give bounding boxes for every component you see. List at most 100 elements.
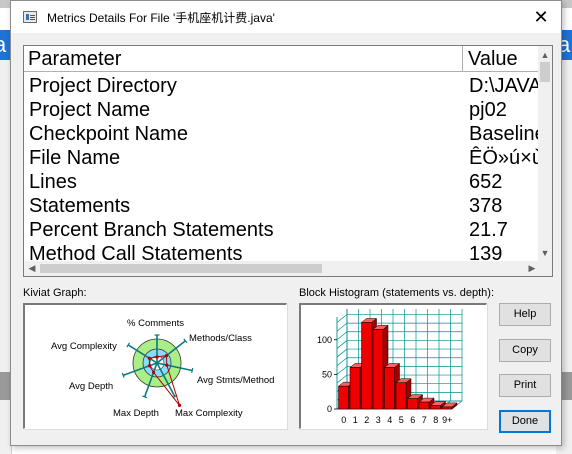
parameter-cell: Checkpoint Name (29, 123, 188, 145)
kiviat-axis-label: Avg Stmts/Method (197, 375, 274, 386)
copy-button[interactable]: Copy (499, 339, 551, 362)
histogram-y-tick-label: 100 (317, 335, 332, 345)
metrics-details-dialog: Metrics Details For File '手机座机计费.java' ✕… (10, 0, 562, 446)
block-histogram-chart: 0501000 1 2 3 4 5 6 7 8 9+ (317, 309, 463, 425)
kiviat-graph: % Comments Methods/Class Avg Stmts/Method M… (51, 318, 274, 419)
scroll-right-icon[interactable]: ▶ (526, 262, 538, 275)
table-row[interactable]: Project Name pj02 (24, 98, 540, 122)
value-cell: pj02 (469, 99, 507, 121)
scroll-up-icon[interactable]: ▲ (538, 50, 552, 60)
histogram-x-tick-label: 3 (376, 415, 381, 425)
histogram-bar-front (441, 406, 453, 410)
kiviat-axis-label: Max Depth (113, 408, 159, 419)
histogram-x-tick-label: 8 (433, 415, 438, 425)
table-row[interactable]: File Name ÊÖ»ú×ù (24, 146, 540, 170)
value-cell: 378 (469, 195, 503, 217)
histogram-bar-front (395, 382, 407, 410)
histogram-bar-front (338, 385, 349, 410)
table-row[interactable]: Checkpoint Name Baseline (24, 122, 540, 146)
kiviat-plot-point (177, 403, 182, 407)
value-cell: Baseline (469, 123, 540, 145)
kiviat-plot-point (147, 364, 152, 368)
background-text-left: a (0, 32, 7, 57)
histogram-x-tick-label: 0 (341, 415, 346, 425)
parameter-cell: Percent Branch Statements (29, 219, 274, 241)
horizontal-scrollbar[interactable]: ◀ ▶ (24, 261, 540, 276)
help-button[interactable]: Help (499, 303, 551, 326)
kiviat-plot-point (151, 370, 156, 374)
histogram-bar-front (372, 329, 384, 410)
block-histogram-panel: 0 50 100 0 1 2 3 4 5 6 7 8 9+ (299, 303, 487, 429)
value-cell: 652 (469, 171, 503, 193)
kiviat-plot-point (164, 354, 169, 358)
column-header-parameter[interactable]: Parameter (24, 46, 463, 72)
table-body: Project Directory D:\JAVA Project Name p… (24, 74, 540, 260)
title-bar[interactable]: Metrics Details For File '手机座机计费.java' ✕ (11, 1, 561, 33)
histogram-bar-front (407, 398, 418, 410)
histogram-y-tick-label: 0 (327, 404, 332, 414)
scroll-down-icon[interactable]: ▼ (538, 248, 552, 258)
parameter-cell: Project Name (29, 99, 151, 121)
kiviat-plot-point (147, 356, 151, 360)
histogram-gridline-sidewall (336, 340, 348, 349)
kiviat-axis-label: Avg Complexity (51, 341, 117, 352)
block-histogram-label: Block Histogram (statements vs. depth): (299, 287, 495, 299)
histogram-bar-front (418, 401, 430, 410)
column-header-value[interactable]: Value (464, 46, 540, 72)
kiviat-plot-point (165, 363, 169, 367)
table-row[interactable]: Method Call Statements 139 (24, 242, 540, 260)
table-row[interactable]: Statements 378 (24, 194, 540, 218)
vertical-scrollbar[interactable]: ▲ ▼ (538, 46, 552, 262)
table-header: Parameter Value (24, 46, 540, 72)
histogram-bar-front (361, 322, 372, 410)
histogram-gridline-sidewall (336, 314, 348, 323)
histogram-gridline-sidewall (336, 348, 348, 358)
histogram-bar-front (384, 367, 395, 410)
scrollbar-corner (538, 261, 552, 276)
histogram-y-tick-label: 50 (322, 369, 332, 379)
parameter-cell: File Name (29, 147, 121, 169)
histogram-x-tick-label: 1 (353, 415, 358, 425)
kiviat-graph-panel: % Comments Methods/Class Avg Stmts/Method M… (23, 303, 287, 429)
window-title: Metrics Details For File '手机座机计费.java' (47, 11, 275, 25)
histogram-x-tick-label: 9+ (442, 415, 452, 425)
histogram-gridline-sidewall (336, 357, 348, 367)
histogram-gridline-sidewall (336, 366, 348, 375)
kiviat-graph-label: Kiviat Graph: (23, 287, 87, 299)
vertical-scroll-thumb[interactable] (540, 62, 550, 82)
parameter-cell: Statements (29, 195, 131, 217)
kiviat-axis-label: % Comments (127, 318, 184, 329)
parameter-cell: Method Call Statements (29, 243, 243, 260)
histogram-gridline-sidewall (336, 374, 348, 384)
kiviat-axis-label: Methods/Class (189, 333, 252, 344)
histogram-x-tick-label: 4 (387, 415, 392, 425)
done-button[interactable]: Done (499, 410, 551, 433)
histogram-x-tick-label: 7 (422, 415, 427, 425)
parameter-cell: Lines (29, 171, 77, 193)
table-row[interactable]: Lines 652 (24, 170, 540, 194)
kiviat-plot-point (155, 355, 159, 359)
value-cell: 139 (469, 243, 503, 260)
histogram-bar-front (349, 367, 361, 410)
kiviat-axis-tick (142, 395, 148, 399)
metrics-table[interactable]: Parameter Value Project Directory D:\JAV… (23, 45, 553, 277)
histogram-bar-front (430, 405, 441, 410)
parameter-cell: Project Directory (29, 75, 177, 97)
scroll-left-icon[interactable]: ◀ (26, 262, 38, 275)
table-row[interactable]: Project Directory D:\JAVA (24, 74, 540, 98)
kiviat-axis-label: Max Complexity (175, 408, 243, 419)
print-button[interactable]: Print (499, 374, 551, 397)
histogram-x-tick-label: 6 (410, 415, 415, 425)
table-row[interactable]: Percent Branch Statements 21.7 (24, 218, 540, 242)
kiviat-axis-label: Avg Depth (69, 381, 113, 392)
horizontal-scroll-thumb[interactable] (40, 264, 322, 273)
value-cell: ÊÖ»ú×ù (469, 147, 540, 169)
histogram-x-tick-label: 5 (399, 415, 404, 425)
histogram-gridline-sidewall (336, 331, 348, 341)
kiviat-axis-tick (191, 367, 194, 374)
histogram-x-tick-label: 2 (364, 415, 369, 425)
metrics-window-icon (23, 11, 37, 23)
kiviat-axis-tick (121, 372, 125, 378)
histogram-gridline-sidewall (336, 322, 348, 332)
close-button[interactable]: ✕ (529, 5, 553, 29)
